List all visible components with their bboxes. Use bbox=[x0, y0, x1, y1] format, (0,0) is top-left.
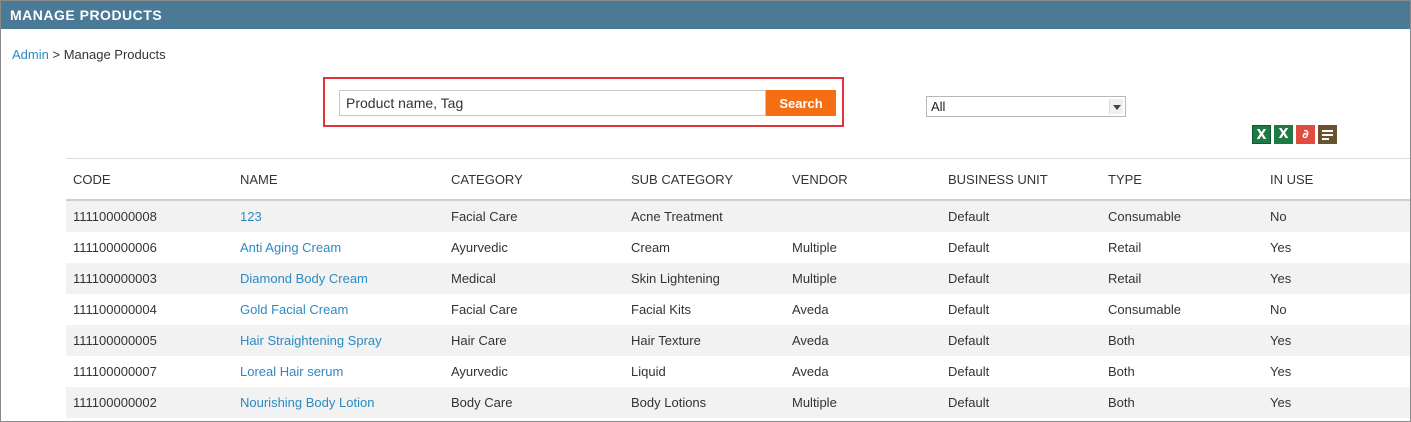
breadcrumb-admin-link[interactable]: Admin bbox=[12, 47, 49, 62]
cell-code: 111100000003 bbox=[66, 263, 233, 294]
table-row: 111100000006 Anti Aging Cream Ayurvedic … bbox=[66, 232, 1410, 263]
cell-in-use: Yes bbox=[1263, 387, 1410, 418]
cell-code: 111100000007 bbox=[73, 364, 157, 379]
filter-selected-value: All bbox=[931, 99, 946, 114]
cell-sub-category: Skin Lightening bbox=[624, 263, 785, 294]
cell-type: Consumable bbox=[1101, 200, 1263, 232]
filter-select[interactable]: All bbox=[926, 96, 1126, 117]
products-table: CODE NAME CATEGORY SUB CATEGORY VENDOR B… bbox=[66, 158, 1410, 418]
cell-vendor: Multiple bbox=[785, 387, 941, 418]
column-header-type[interactable]: TYPE bbox=[1101, 158, 1263, 201]
cell-in-use: Yes bbox=[1270, 364, 1292, 379]
cell-sub-category: Body Lotions bbox=[624, 387, 785, 418]
cell-code: 111100000002 bbox=[66, 387, 233, 418]
cell-business-unit: Default bbox=[941, 387, 1101, 418]
column-header-business-unit[interactable]: BUSINESS UNIT bbox=[941, 158, 1101, 201]
cell-name: Hair Straightening Spray bbox=[233, 325, 444, 356]
cell-sub-category: Liquid bbox=[631, 364, 666, 379]
cell-name: Loreal Hair serum bbox=[233, 356, 444, 387]
cell-business-unit: Default bbox=[941, 263, 1101, 294]
cell-name: Nourishing Body Lotion bbox=[233, 387, 444, 418]
cell-category: Hair Care bbox=[444, 325, 624, 356]
cell-vendor: Multiple bbox=[785, 263, 941, 294]
text-file-icon[interactable] bbox=[1318, 125, 1337, 144]
cell-type: Consumable bbox=[1108, 302, 1181, 317]
cell-business-unit: Default bbox=[948, 302, 990, 317]
table-row: 111100000005 Hair Straightening Spray Ha… bbox=[66, 325, 1410, 356]
cell-in-use: No bbox=[1263, 200, 1410, 232]
product-name-link[interactable]: Hair Straightening Spray bbox=[240, 333, 382, 348]
cell-category: Facial Care bbox=[444, 200, 624, 232]
product-name-link[interactable]: Gold Facial Cream bbox=[240, 302, 348, 317]
cell-category: Facial Care bbox=[451, 302, 518, 317]
table-row: 111100000004 Gold Facial Cream Facial Ca… bbox=[66, 294, 1410, 325]
excel-icon[interactable]: X bbox=[1274, 125, 1293, 144]
product-name-link[interactable]: Nourishing Body Lotion bbox=[240, 395, 374, 410]
cell-business-unit: Default bbox=[948, 240, 990, 255]
product-name-link[interactable]: 123 bbox=[240, 209, 262, 224]
page-header: MANAGE PRODUCTS bbox=[1, 1, 1410, 29]
cell-category: Medical bbox=[444, 263, 624, 294]
cell-vendor: Aveda bbox=[785, 325, 941, 356]
breadcrumb-current: Manage Products bbox=[63, 47, 166, 62]
column-header-in-use[interactable]: IN USE bbox=[1263, 158, 1410, 201]
cell-in-use: No bbox=[1270, 302, 1287, 317]
table-row: 111100000008 123 Facial Care Acne Treatm… bbox=[66, 200, 1410, 232]
cell-category: Ayurvedic bbox=[451, 240, 508, 255]
cell-vendor bbox=[785, 200, 941, 232]
product-name-link[interactable]: Diamond Body Cream bbox=[240, 271, 368, 286]
pdf-icon[interactable]: ∂ bbox=[1296, 125, 1315, 144]
cell-name: Anti Aging Cream bbox=[233, 232, 444, 263]
cell-type: Both bbox=[1101, 325, 1263, 356]
cell-in-use: Yes bbox=[1263, 325, 1410, 356]
product-name-link[interactable]: Loreal Hair serum bbox=[240, 364, 343, 379]
cell-sub-category: Acne Treatment bbox=[624, 200, 785, 232]
excel-icon[interactable]: X bbox=[1252, 125, 1271, 144]
cell-business-unit: Default bbox=[941, 325, 1101, 356]
column-header-code[interactable]: CODE bbox=[66, 158, 233, 201]
product-name-link[interactable]: Anti Aging Cream bbox=[240, 240, 341, 255]
cell-name: 123 bbox=[233, 200, 444, 232]
column-header-name[interactable]: NAME bbox=[233, 158, 444, 201]
cell-category: Ayurvedic bbox=[451, 364, 508, 379]
table-row: 111100000007 Loreal Hair serum Ayurvedic… bbox=[66, 356, 1410, 387]
cell-sub-category: Facial Kits bbox=[631, 302, 691, 317]
cell-type: Retail bbox=[1108, 240, 1142, 255]
cell-code: 111100000006 bbox=[73, 240, 157, 255]
cell-vendor: Aveda bbox=[792, 302, 829, 317]
breadcrumb-separator: > bbox=[52, 47, 61, 62]
cell-code: 111100000008 bbox=[66, 200, 233, 232]
cell-vendor: Aveda bbox=[792, 364, 829, 379]
manage-products-window: MANAGE PRODUCTS Admin > Manage Products … bbox=[0, 0, 1411, 422]
column-header-vendor[interactable]: VENDOR bbox=[785, 158, 941, 201]
export-toolbar: X X ∂ bbox=[1252, 125, 1337, 144]
table-row: 111100000003 Diamond Body Cream Medical … bbox=[66, 263, 1410, 294]
cell-vendor: Multiple bbox=[792, 240, 837, 255]
cell-type: Both bbox=[1108, 364, 1135, 379]
cell-code: 111100000005 bbox=[66, 325, 233, 356]
breadcrumb: Admin > Manage Products bbox=[12, 47, 166, 62]
cell-type: Both bbox=[1101, 387, 1263, 418]
table-header-row: CODE NAME CATEGORY SUB CATEGORY VENDOR B… bbox=[66, 158, 1410, 201]
products-table-wrapper: CODE NAME CATEGORY SUB CATEGORY VENDOR B… bbox=[66, 158, 1410, 418]
search-button[interactable]: Search bbox=[766, 90, 836, 116]
cell-sub-category: Hair Texture bbox=[624, 325, 785, 356]
cell-name: Diamond Body Cream bbox=[233, 263, 444, 294]
column-header-sub-category[interactable]: SUB CATEGORY bbox=[624, 158, 785, 201]
cell-code: 111100000004 bbox=[73, 302, 157, 317]
cell-in-use: Yes bbox=[1270, 240, 1292, 255]
table-row: 111100000002 Nourishing Body Lotion Body… bbox=[66, 387, 1410, 418]
cell-in-use: Yes bbox=[1263, 263, 1410, 294]
cell-name: Gold Facial Cream bbox=[233, 294, 444, 325]
column-header-category[interactable]: CATEGORY bbox=[444, 158, 624, 201]
search-input[interactable] bbox=[339, 90, 766, 116]
cell-type: Retail bbox=[1101, 263, 1263, 294]
cell-category: Body Care bbox=[444, 387, 624, 418]
cell-business-unit: Default bbox=[941, 200, 1101, 232]
chevron-down-icon[interactable] bbox=[1109, 99, 1123, 114]
cell-business-unit: Default bbox=[948, 364, 990, 379]
cell-sub-category: Cream bbox=[631, 240, 671, 255]
